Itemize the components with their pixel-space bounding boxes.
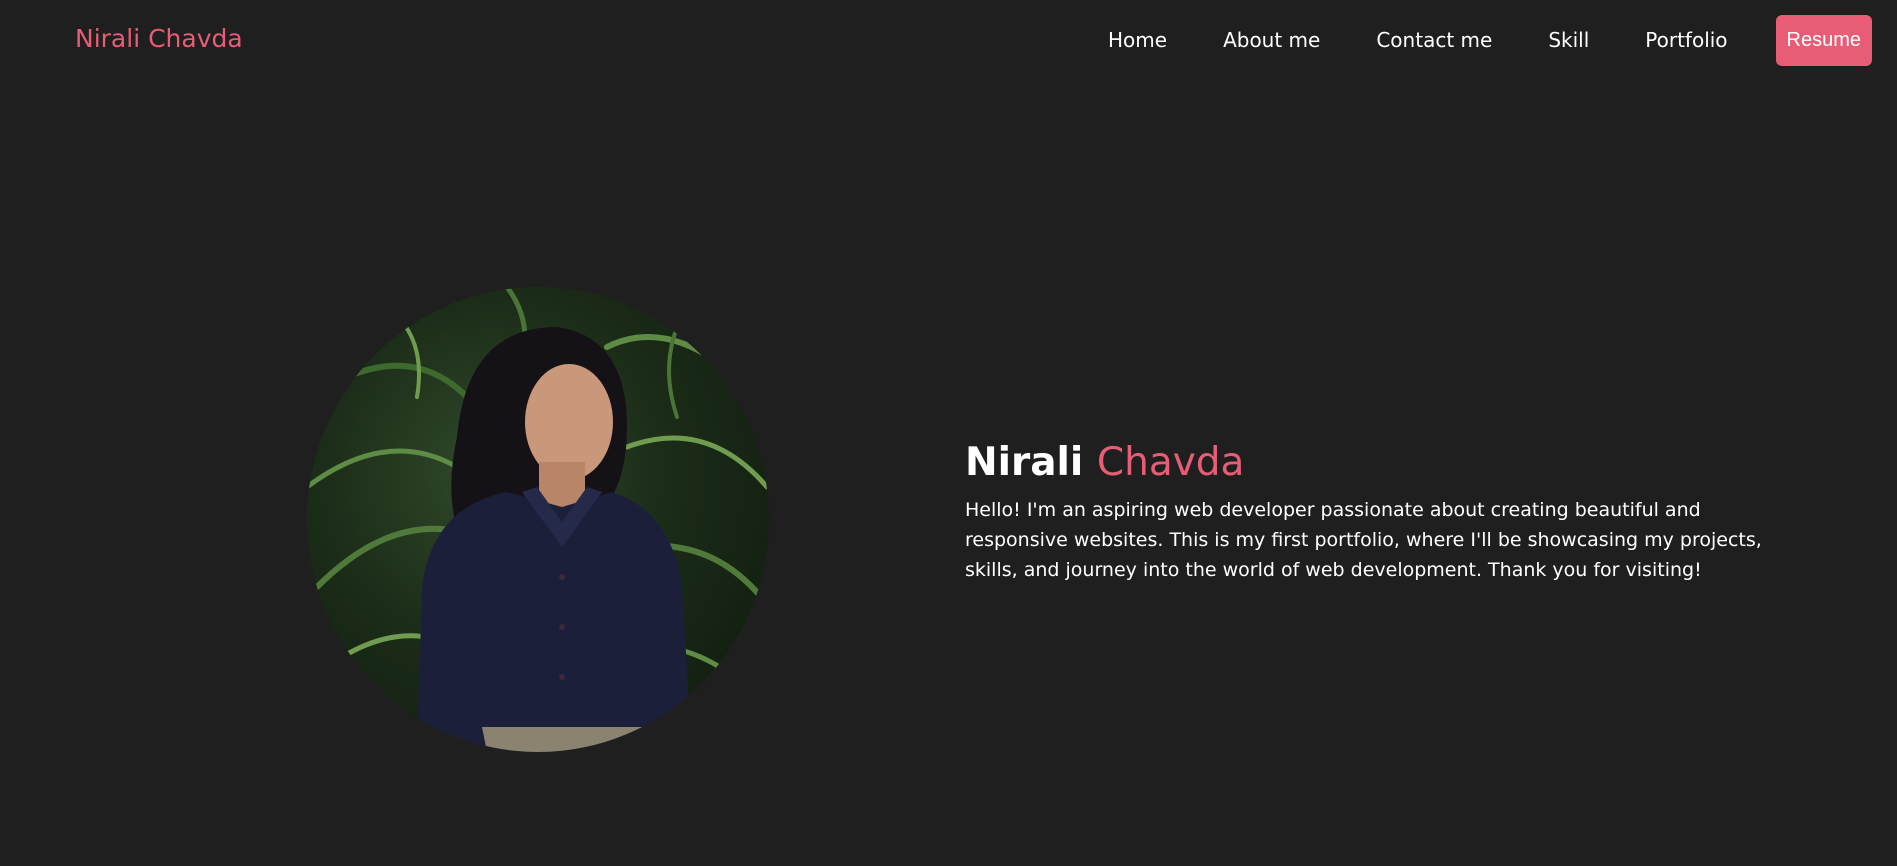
hero-name: Nirali Chavda [965,437,1765,489]
portfolio-page: Nirali Chavda Home About me Contact me S… [0,0,1897,866]
hero-description: Hello! I'm an aspiring web developer pas… [965,499,1762,581]
brand-logo-link[interactable]: Nirali Chavda [75,24,243,53]
profile-photo-illustration [307,287,769,752]
nav-about-me[interactable]: About me [1195,14,1348,66]
hero-first-name: Nirali [965,440,1084,485]
nav-skill[interactable]: Skill [1520,14,1617,66]
resume-button[interactable]: Resume [1775,14,1873,66]
profile-photo [307,287,769,752]
hero-section: Nirali Chavda Hello! I'm an aspiring web… [965,437,1765,585]
nav-portfolio[interactable]: Portfolio [1617,14,1755,66]
main-nav: Home About me Contact me Skill Portfolio… [1080,14,1873,66]
hero-last-name: Chavda [1096,440,1245,485]
nav-contact-me[interactable]: Contact me [1348,14,1520,66]
nav-home[interactable]: Home [1080,14,1195,66]
